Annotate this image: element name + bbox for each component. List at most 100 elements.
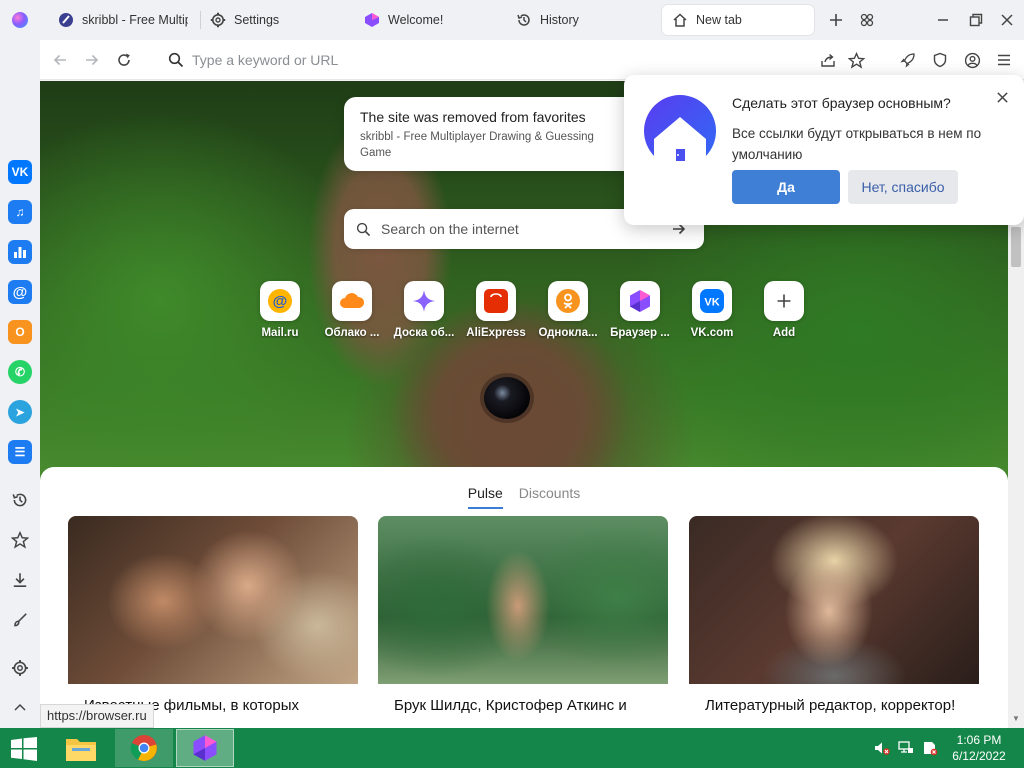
browser-menu-orb-icon[interactable] <box>12 12 28 28</box>
rocket-button[interactable] <box>897 49 919 71</box>
start-button[interactable] <box>6 734 42 764</box>
forward-button[interactable] <box>81 49 103 71</box>
volume-muted-icon[interactable] <box>874 740 890 756</box>
speed-dial-add[interactable]: Add <box>752 281 816 345</box>
mailru-icon: @ <box>260 281 300 321</box>
tab-new-tab[interactable]: New tab <box>662 5 814 35</box>
tab-label: New tab <box>696 13 742 27</box>
user-icon <box>964 52 980 68</box>
telegram-icon: ➤ <box>15 406 25 419</box>
reload-button[interactable] <box>113 49 135 71</box>
news-card[interactable]: Известные фильмы, в которых настоящему <box>68 516 358 716</box>
scroll-down-arrow-icon[interactable]: ▼ <box>1011 713 1021 723</box>
restore-icon <box>969 13 983 27</box>
taskbar-atom-browser[interactable] <box>176 729 234 767</box>
sidebar-music-button[interactable]: ♫ <box>8 200 32 224</box>
scrollbar-thumb[interactable] <box>1011 227 1021 267</box>
sidebar: VK ♫ @ О ✆ ➤ ☰ <box>0 40 40 728</box>
sidebar-themes-button[interactable] <box>9 609 31 631</box>
news-card-title: Литературный редактор, корректор! <box>705 697 956 714</box>
atom-logo-icon <box>620 281 660 321</box>
tab-skribbl[interactable]: skribbl - Free Multipl <box>48 5 198 35</box>
address-input[interactable] <box>192 52 752 68</box>
share-button[interactable] <box>817 49 839 71</box>
tab-welcome[interactable]: Welcome! <box>354 5 494 35</box>
speed-dial-cloud[interactable]: Облако ... <box>320 281 384 345</box>
taskbar-file-explorer[interactable] <box>52 729 110 767</box>
sidebar-bookmarks-button[interactable] <box>9 529 31 551</box>
aliexpress-icon <box>476 281 516 321</box>
news-card-image <box>68 516 358 684</box>
share-icon <box>821 53 835 67</box>
whatsapp-icon: ✆ <box>14 365 26 379</box>
sidebar-stats-button[interactable] <box>8 240 32 264</box>
tab-label: Welcome! <box>388 13 444 27</box>
news-card-title: Брук Шилдс, Кристофер Аткинс и другие ак… <box>394 697 627 714</box>
sidebar-telegram-button[interactable]: ➤ <box>8 400 32 424</box>
set-default-no-button[interactable]: Нет, спасибо <box>848 170 958 204</box>
sidebar-vk-button[interactable]: VK <box>8 160 32 184</box>
plus-icon <box>830 14 842 26</box>
tab-settings[interactable]: Settings <box>200 5 340 35</box>
default-browser-popup: Сделать этот браузер основным? Все ссылк… <box>624 75 1024 225</box>
atom-logo-icon <box>193 735 217 761</box>
clock-time: 1:06 PM <box>956 733 1002 747</box>
restore-button[interactable] <box>965 9 987 31</box>
status-bar-url: https://browser.ru <box>40 704 154 728</box>
star-icon <box>11 531 29 549</box>
taskbar-chrome[interactable] <box>115 729 173 767</box>
speed-dial-classifieds[interactable]: Доска об... <box>392 281 456 345</box>
feed-tabs: Pulse Discounts <box>40 485 1008 509</box>
speed-dial-label: Mail.ru <box>261 327 299 339</box>
toolbar <box>40 40 1024 80</box>
close-icon <box>1001 14 1013 26</box>
sidebar-collapse-button[interactable] <box>9 696 31 718</box>
sidebar-settings-button[interactable] <box>9 657 31 679</box>
back-button[interactable] <box>49 49 71 71</box>
history-icon <box>12 493 27 507</box>
tab-groups-button[interactable] <box>856 9 878 31</box>
list-icon: ☰ <box>14 445 26 459</box>
sidebar-downloads-button[interactable] <box>9 569 31 591</box>
speed-dial-vk[interactable]: VK VK.com <box>680 281 744 345</box>
clock-date: 6/12/2022 <box>952 749 1006 763</box>
windows-logo-icon <box>11 737 37 761</box>
bar-chart-icon <box>14 247 26 258</box>
sidebar-mail-button[interactable]: @ <box>8 280 32 304</box>
tab-pulse[interactable]: Pulse <box>467 485 503 509</box>
favorites-removed-toast: The site was removed from favorites skri… <box>344 97 636 171</box>
sidebar-history-button[interactable] <box>9 489 31 511</box>
odnoklassniki-icon <box>548 281 588 321</box>
search-icon <box>356 222 371 237</box>
reload-icon <box>118 53 130 66</box>
speed-dial-aliexpress[interactable]: AliExpress <box>464 281 528 345</box>
sidebar-tasks-button[interactable]: ☰ <box>8 440 32 464</box>
profile-button[interactable] <box>961 49 983 71</box>
download-icon <box>13 573 27 587</box>
minimize-button[interactable] <box>932 9 954 31</box>
speed-dial-mailru[interactable]: @ Mail.ru <box>248 281 312 345</box>
system-clock[interactable]: 1:06 PM 6/12/2022 <box>944 732 1014 764</box>
close-window-button[interactable] <box>996 9 1018 31</box>
main-menu-button[interactable] <box>993 49 1015 71</box>
action-center-warning-icon[interactable] <box>922 740 938 756</box>
set-default-yes-button[interactable]: Да <box>732 170 840 204</box>
web-search-input[interactable] <box>381 221 671 237</box>
tab-history[interactable]: History <box>506 5 646 35</box>
sidebar-ok-button[interactable]: О <box>8 320 32 344</box>
sidebar-whatsapp-button[interactable]: ✆ <box>8 360 32 384</box>
rocket-icon <box>900 53 915 68</box>
address-bar[interactable] <box>162 46 802 74</box>
browser-house-logo-icon <box>644 95 716 167</box>
speed-dial-browser[interactable]: Браузер ... <box>608 281 672 345</box>
news-card[interactable]: Литературный редактор, корректор! <box>689 516 979 716</box>
tab-discounts[interactable]: Discounts <box>519 485 580 509</box>
speed-dial-label: Доска об... <box>393 327 455 339</box>
popup-close-button[interactable] <box>992 87 1012 107</box>
news-card[interactable]: Брук Шилдс, Кристофер Аткинс и другие ак… <box>378 516 668 716</box>
bookmark-star-button[interactable] <box>845 49 867 71</box>
network-icon[interactable] <box>898 740 914 756</box>
privacy-shield-button[interactable] <box>929 49 951 71</box>
speed-dial-odnoklassniki[interactable]: Однокла... <box>536 281 600 345</box>
new-tab-button[interactable] <box>825 9 847 31</box>
